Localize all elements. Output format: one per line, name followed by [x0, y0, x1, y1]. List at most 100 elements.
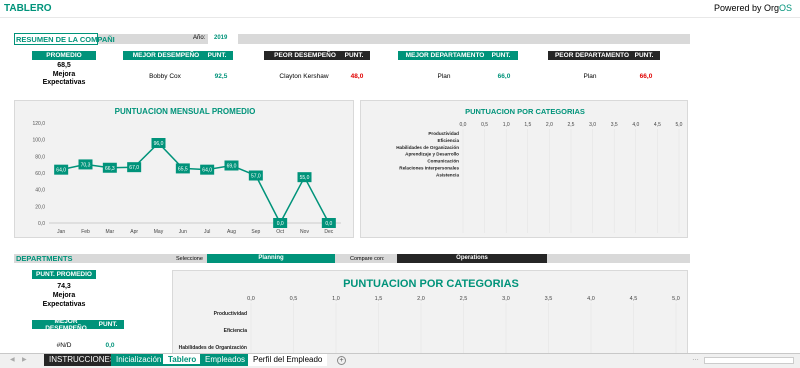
year-input[interactable]: 2019 [208, 34, 238, 44]
y-tick-label: 60,0 [35, 171, 45, 177]
compare-select[interactable]: Operations [397, 254, 547, 263]
x-tick-label: Feb [81, 229, 90, 235]
peor-departamento-punt: PUNT. [634, 52, 654, 59]
mejor-departamento-name: Plan [437, 73, 451, 80]
x-tick-label: 4,5 [654, 122, 661, 128]
x-tick-label: 1,0 [332, 296, 340, 302]
y-tick-label: 80,0 [35, 154, 45, 160]
select-label: Seleccione [176, 256, 203, 262]
x-tick-label: Jan [57, 229, 65, 235]
x-tick-label: 2,5 [568, 122, 575, 128]
peor-desempeno-label: PEOR DESEMPEÑO [274, 52, 336, 59]
brand-suffix: OS [778, 3, 792, 13]
mejor-departamento-punt: PUNT. [491, 52, 511, 59]
tab-nav-next[interactable]: ▶ [22, 356, 27, 363]
x-tick-label: 3,0 [589, 122, 596, 128]
y-tick-label: 20,0 [35, 204, 45, 210]
x-tick-label: 3,0 [502, 296, 510, 302]
tab-perfil-empleado[interactable]: Perfil del Empleado [248, 354, 328, 366]
x-tick-label: 2,5 [460, 296, 468, 302]
data-label: 0,0 [325, 221, 332, 227]
category-label: Habilidades de Organización [179, 345, 247, 351]
horizontal-scrollbar[interactable] [704, 357, 794, 364]
x-tick-label: Aug [227, 229, 236, 235]
summary-title-cell[interactable]: RESUMEN DE LA COMPAÑI [14, 33, 115, 45]
x-tick-label: 0,5 [481, 122, 488, 128]
x-tick-label: 4,0 [587, 296, 595, 302]
series-line [61, 141, 330, 225]
tab-instrucciones-label: INSTRUCCIONES [49, 355, 116, 364]
x-tick-label: 1,5 [375, 296, 383, 302]
tab-nav-prev[interactable]: ◀ [10, 356, 15, 363]
tab-inicializacion[interactable]: Inicialización [111, 354, 167, 366]
powered-by-text: Powered by Org [713, 3, 779, 13]
add-sheet-icon: + [339, 357, 344, 364]
mejor-desempeno-label: MEJOR DESEMPEÑO [132, 52, 200, 59]
category-score-chart: PUNTUACION POR CATEGORIAS 0,0 0,5 1,0 1,5 2,… [360, 100, 688, 238]
tab-empleados[interactable]: Empleados [200, 354, 251, 366]
promedio-label: PROMEDIO [46, 52, 82, 59]
category-label: Eficiencia [438, 138, 460, 143]
dept-category-chart-svg: 0,0 0,5 1,0 1,5 2,0 2,5 3,0 3,5 4,0 4,5 5,0 Product… [179, 296, 680, 357]
dept-mejor-desempeno-label: MEJOR DESEMPEÑO [45, 317, 87, 332]
tab-inicializacion-label: Inicialización [116, 355, 162, 364]
punt-promedio-text-2: Expectativas [42, 301, 86, 308]
departments-title: DEPARTMENTS [16, 254, 73, 263]
peor-departamento-score: 66,0 [639, 73, 653, 80]
promedio-text-2: Expectativas [42, 79, 86, 86]
monthly-score-chart: PUNTUACION MENSUAL PROMEDIO 0,0 20,0 40,0 6… [14, 100, 354, 238]
peor-departamento-header: PEOR DEPARTAMENTO PUNT. [548, 51, 660, 60]
tab-more[interactable]: … [692, 355, 699, 362]
department-select[interactable]: Planning [207, 254, 335, 263]
y-tick-label: 120,0 [32, 121, 45, 127]
category-label: Eficiencia [224, 328, 248, 334]
department-category-chart: PUNTUACION POR CATEGORIAS 0,0 0,5 1,0 1,5 2,… [172, 270, 688, 357]
powered-by: Powered by OrgOS [714, 3, 792, 13]
category-label: Productividad [428, 131, 459, 136]
x-tick-label: Nov [300, 229, 309, 235]
data-label: 64,0 [202, 168, 212, 174]
x-tick-label: 2,0 [417, 296, 425, 302]
x-tick-label: 4,0 [632, 122, 639, 128]
add-sheet-button[interactable]: + [337, 356, 346, 365]
category-label: Habilidades de Organización [396, 145, 459, 150]
x-tick-label: 2,0 [546, 122, 553, 128]
data-label: 55,0 [300, 175, 310, 181]
x-tick-label: 3,5 [611, 122, 618, 128]
x-tick-label: 3,5 [545, 296, 553, 302]
app-header: TABLERO Powered by OrgOS [0, 0, 800, 18]
x-tick-label: May [154, 229, 164, 235]
x-tick-label: 0,0 [247, 296, 255, 302]
x-tick-label: 1,0 [503, 122, 510, 128]
data-label: 96,0 [154, 141, 164, 147]
promedio-text-1: Mejora [52, 70, 76, 78]
peor-departamento-name: Plan [583, 73, 597, 80]
dept-mejor-desempeno-score: 0,0 [105, 342, 115, 349]
x-tick-label: 5,0 [672, 296, 680, 302]
mejor-desempeno-name: Bobby Cox [149, 73, 181, 80]
data-label: 70,3 [81, 162, 91, 168]
tab-perfil-empleado-label: Perfil del Empleado [253, 355, 323, 364]
promedio-value: 68,5 [57, 62, 71, 69]
data-label: 66,3 [105, 166, 115, 172]
data-label: 64,0 [56, 168, 66, 174]
data-label: 65,5 [178, 166, 188, 172]
peor-desempeno-punt: PUNT. [344, 52, 364, 59]
x-tick-label: Apr [130, 229, 138, 235]
punt-promedio-value: 74,3 [57, 283, 71, 290]
summary-header-bar [14, 34, 690, 44]
mejor-desempeno-header: MEJOR DESEMPEÑO PUNT. [123, 51, 233, 60]
mejor-desempeno-punt: PUNT. [207, 52, 227, 59]
tab-tablero[interactable]: Tablero [163, 354, 202, 366]
category-label: Relaciones Interpersonales [399, 166, 459, 171]
punt-promedio-text-1: Mejora [52, 292, 76, 299]
y-tick-label: 0,0 [38, 221, 45, 227]
data-label: 57,0 [251, 174, 261, 180]
summary-title: RESUMEN DE LA COMPAÑI [16, 35, 115, 44]
y-tick-label: 100,0 [32, 138, 45, 144]
x-tick-label: Jun [179, 229, 187, 235]
dept-mejor-desempeno-header: MEJOR DESEMPEÑO PUNT. [32, 317, 124, 332]
peor-desempeno-header: PEOR DESEMPEÑO PUNT. [264, 51, 370, 60]
tab-instrucciones[interactable]: INSTRUCCIONES [44, 354, 121, 366]
x-tick-label: Oct [276, 229, 284, 235]
